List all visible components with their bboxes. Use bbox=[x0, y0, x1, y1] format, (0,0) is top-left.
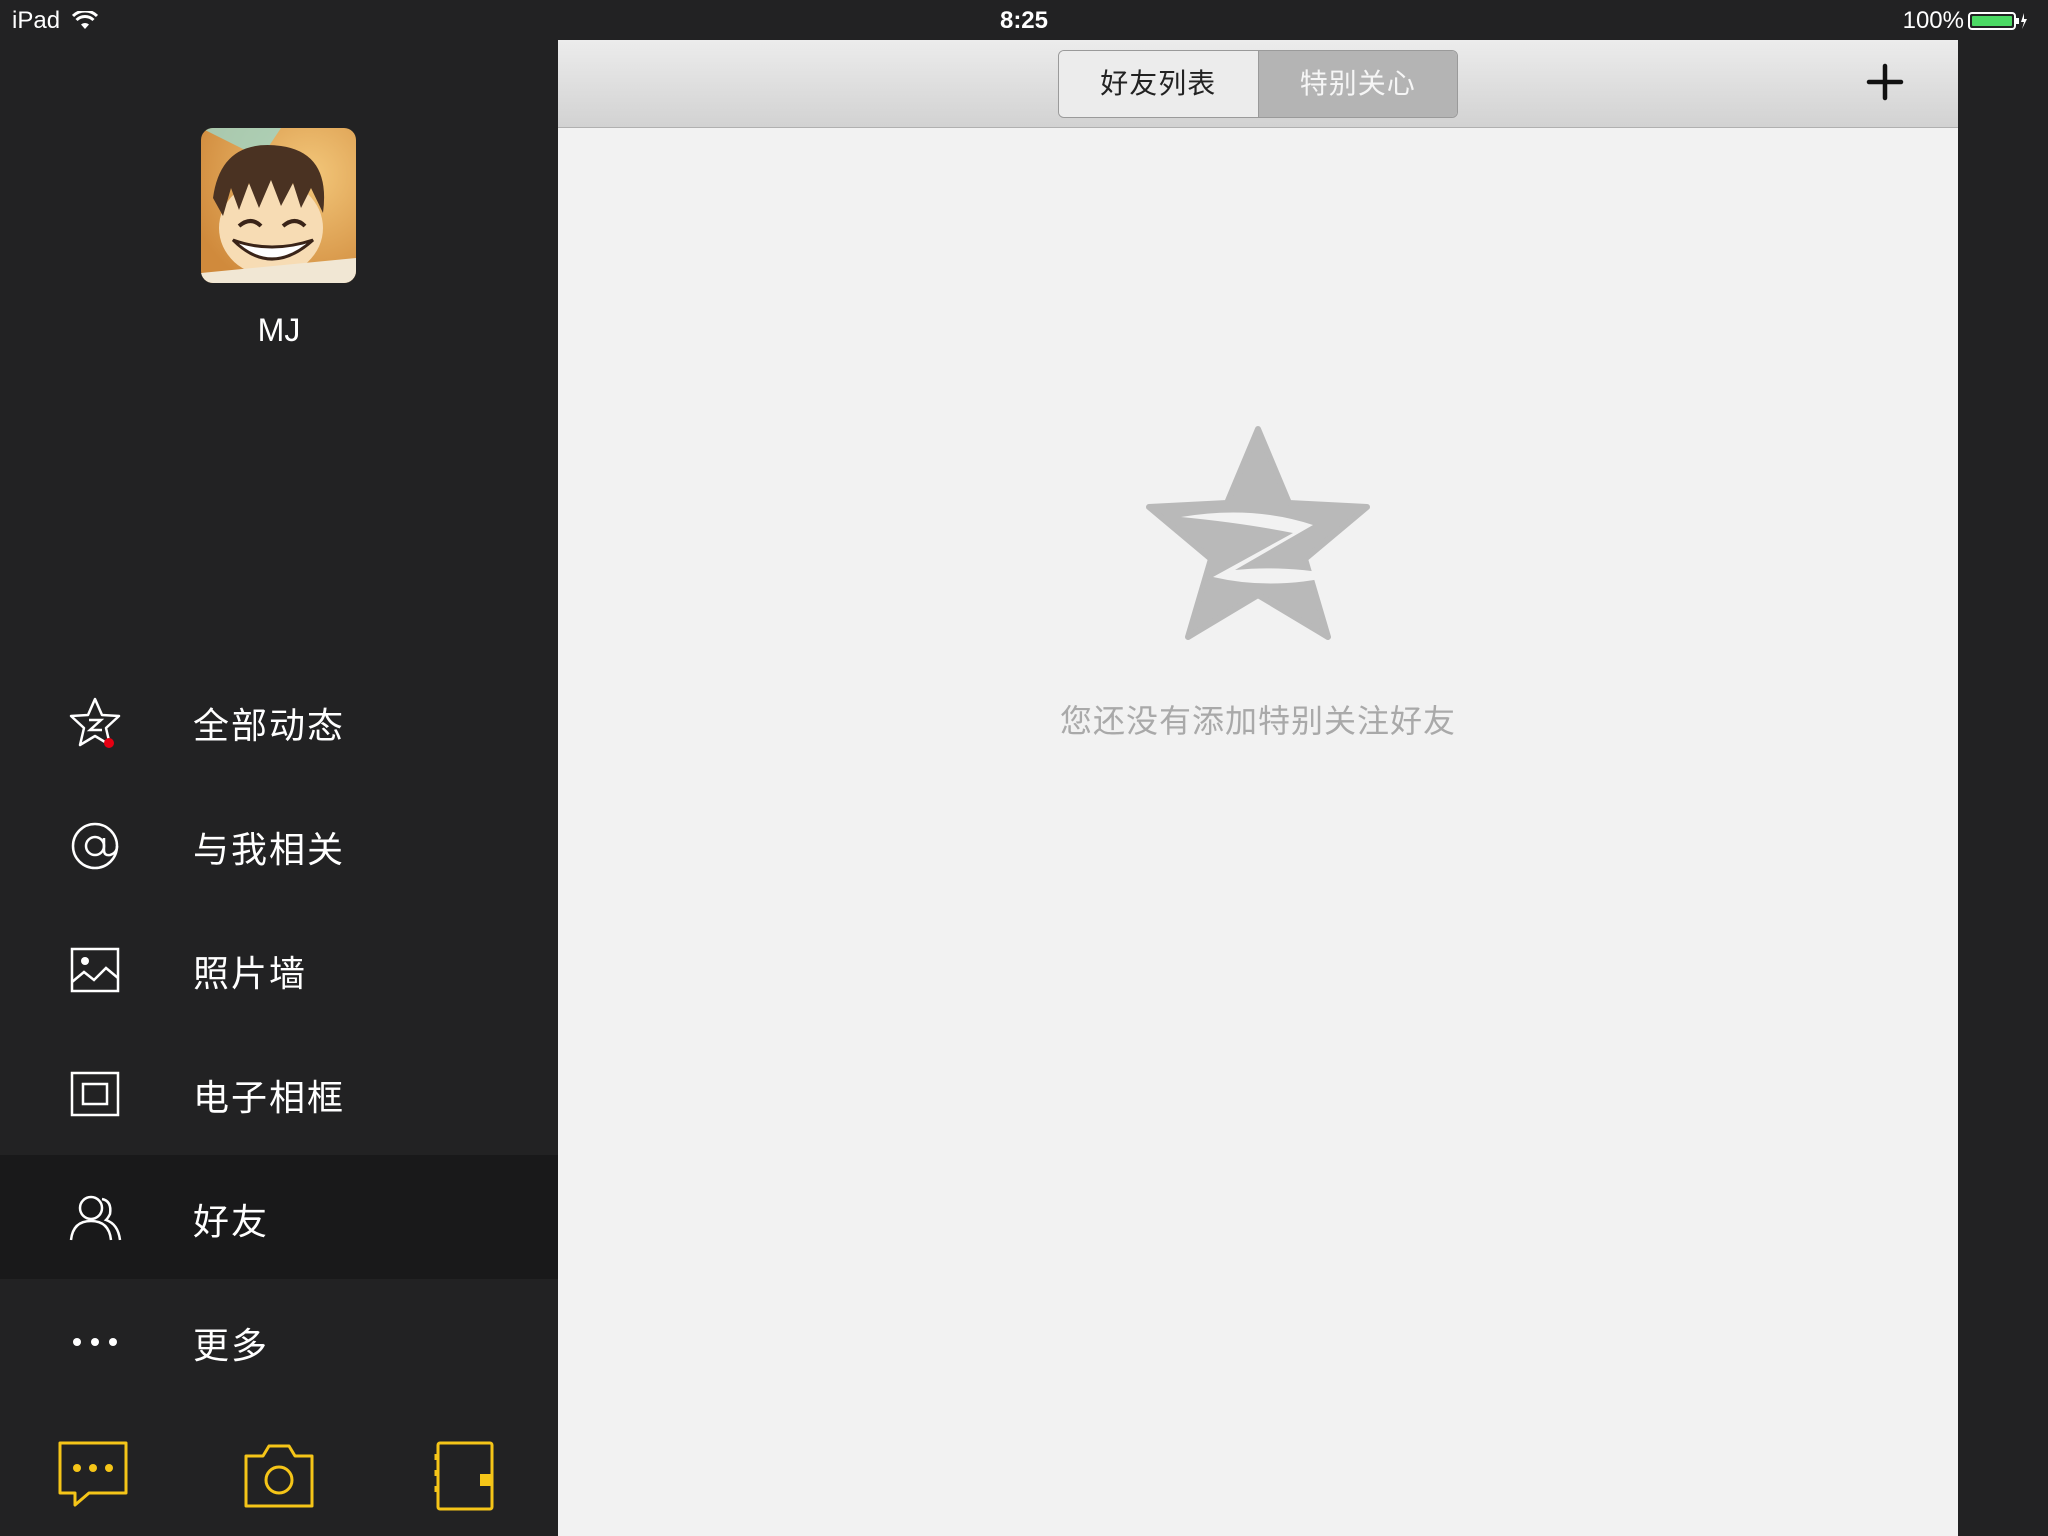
menu-label: 更多 bbox=[193, 1326, 270, 1367]
compose-message-icon[interactable] bbox=[53, 1436, 133, 1516]
menu-label: 全部动态 bbox=[193, 706, 346, 747]
menu-item-more[interactable]: 更多 bbox=[0, 1279, 558, 1403]
notebook-icon[interactable] bbox=[426, 1436, 506, 1516]
right-margin bbox=[1958, 40, 2048, 1536]
menu-item-photo-wall[interactable]: 照片墙 bbox=[0, 907, 558, 1031]
qzone-star-icon bbox=[1143, 425, 1373, 640]
battery-percent: 100% bbox=[1902, 7, 1964, 34]
friends-icon bbox=[66, 1192, 124, 1244]
frame-icon bbox=[66, 1068, 124, 1120]
at-icon bbox=[66, 820, 124, 872]
main-panel: 好友列表 特别关心 您还没有添加特别关注好友 bbox=[558, 40, 1958, 1536]
segmented-control: 好友列表 特别关心 bbox=[1058, 50, 1458, 118]
menu-label: 好友 bbox=[193, 1202, 270, 1243]
menu-item-mentions[interactable]: 与我相关 bbox=[0, 783, 558, 907]
menu-label: 与我相关 bbox=[193, 830, 346, 871]
photo-icon bbox=[66, 944, 124, 996]
menu-label: 照片墙 bbox=[193, 954, 308, 995]
nav-menu: 全部动态 与我相关 照片墙 电子相框 好友 更多 bbox=[0, 659, 558, 1403]
clock: 8:25 bbox=[999, 7, 1049, 34]
bottom-toolbar bbox=[0, 1436, 558, 1516]
empty-state-message: 您还没有添加特别关注好友 bbox=[1059, 702, 1456, 740]
add-icon[interactable] bbox=[1865, 62, 1905, 102]
username: MJ bbox=[257, 312, 301, 348]
more-dots-icon bbox=[66, 1316, 124, 1368]
avatar[interactable] bbox=[201, 128, 356, 283]
menu-label: 电子相框 bbox=[193, 1078, 346, 1119]
menu-item-all-feeds[interactable]: 全部动态 bbox=[0, 659, 558, 783]
menu-item-friends[interactable]: 好友 bbox=[0, 1155, 558, 1279]
tab-special-care[interactable]: 特别关心 bbox=[1258, 51, 1457, 117]
menu-item-digital-frame[interactable]: 电子相框 bbox=[0, 1031, 558, 1155]
camera-icon[interactable] bbox=[239, 1436, 319, 1516]
status-bar: iPad 8:25 100% bbox=[0, 0, 2048, 40]
sidebar: MJ 全部动态 与我相关 照片墙 电子相框 好友 更多 bbox=[0, 40, 558, 1536]
tab-friend-list[interactable]: 好友列表 bbox=[1059, 51, 1259, 117]
battery-icon bbox=[1968, 10, 2028, 30]
nav-bar: 好友列表 特别关心 bbox=[558, 40, 1958, 128]
qzone-star-icon bbox=[66, 696, 124, 748]
